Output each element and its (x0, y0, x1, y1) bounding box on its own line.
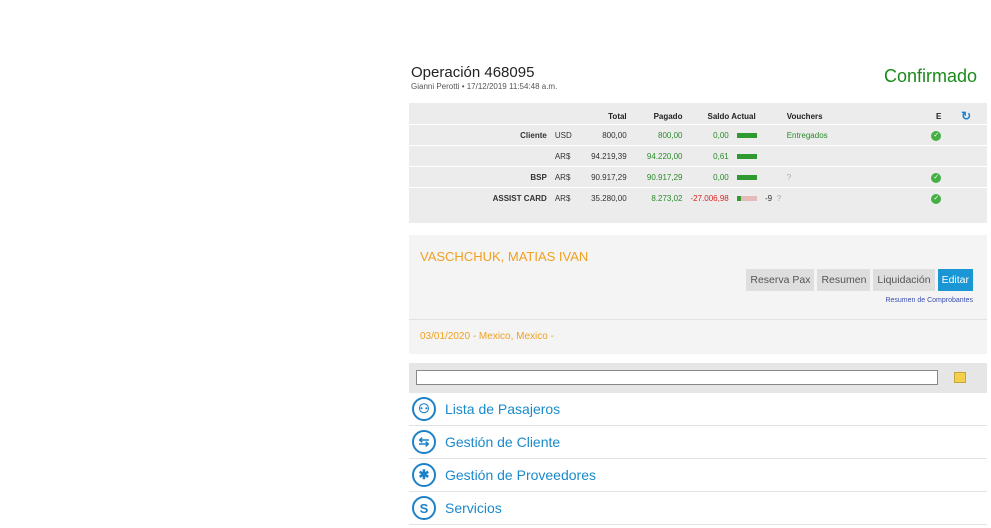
resumen-button[interactable]: Resumen (817, 269, 871, 291)
col-pagado: Pagado (653, 111, 683, 121)
refresh-button[interactable]: ↻ (945, 108, 987, 125)
operation-subtitle: Gianni Perotti • 17/12/2019 11:54:48 a.m… (411, 82, 558, 91)
menu-item-label[interactable]: Lista de Pasajeros (445, 401, 560, 417)
balance-bar (736, 174, 757, 180)
menu-item-label[interactable]: Servicios (445, 500, 502, 516)
check-icon: ✓ (931, 130, 942, 141)
client-icon: ⇆ (412, 430, 436, 454)
balance-bar (736, 153, 757, 159)
table-row: AR$ 94.219,39 94.220,00 0,61 (409, 145, 987, 167)
menu-item-label[interactable]: Gestión de Cliente (445, 434, 560, 450)
menu-item-gestion-proveedores[interactable]: ✱ Gestión de Proveedores (409, 459, 987, 492)
col-e: E (935, 111, 942, 121)
financial-table: Total Pagado Saldo Actual Vouchers E ↻ C… (409, 108, 987, 208)
col-vouchers: Vouchers (786, 111, 823, 121)
menu-item-lista-pasajeros[interactable]: ⚇ Lista de Pasajeros (409, 393, 987, 426)
services-icon: S (412, 496, 436, 520)
note-bar (409, 363, 987, 393)
passenger-name: VASCHCHUK, MATIAS IVAN (420, 249, 589, 264)
menu-item-gestion-cliente[interactable]: ⇆ Gestión de Cliente (409, 426, 987, 459)
check-icon: ✓ (931, 193, 942, 204)
balance-bar (736, 195, 757, 201)
status-label: Confirmado (883, 66, 977, 86)
trip-row[interactable]: 03/01/2020 - Mexico, Mexico - (409, 319, 987, 354)
trip-label[interactable]: 03/01/2020 - Mexico, Mexico - (420, 331, 554, 342)
menu-item-servicios[interactable]: S Servicios (409, 492, 987, 525)
note-input[interactable] (416, 370, 938, 385)
col-saldo: Saldo Actual (707, 111, 756, 121)
passengers-icon: ⚇ (412, 397, 436, 421)
table-row: Cliente USD 800,00 800,00 0,00 Entregado… (409, 124, 987, 146)
passenger-panel: VASCHCHUK, MATIAS IVAN Reserva Pax Resum… (409, 235, 987, 354)
operation-title: Operación 468095 (411, 64, 535, 81)
editar-button[interactable]: Editar (937, 269, 973, 291)
liquidacion-button[interactable]: Liquidación (873, 269, 935, 291)
financial-panel: Total Pagado Saldo Actual Vouchers E ↻ C… (409, 103, 987, 223)
voucher-unknown-icon: ? (776, 166, 896, 188)
section-menu: ⚇ Lista de Pasajeros ⇆ Gestión de Client… (409, 393, 987, 525)
table-row: BSP AR$ 90.917,29 90.917,29 0,00 ? ✓ (409, 166, 987, 188)
col-total: Total (608, 111, 627, 121)
reserva-pax-button[interactable]: Reserva Pax (746, 269, 815, 291)
balance-bar (736, 132, 757, 138)
menu-item-label[interactable]: Gestión de Proveedores (445, 467, 596, 483)
providers-icon: ✱ (412, 463, 436, 487)
passenger-actions: Reserva Pax Resumen Liquidación Editar (746, 269, 973, 291)
refresh-icon[interactable]: ↻ (961, 109, 971, 123)
add-note-icon[interactable] (954, 372, 966, 383)
comprobantes-link[interactable]: Resumen de Comprobantes (885, 297, 973, 304)
check-icon: ✓ (931, 172, 942, 183)
voucher-unknown-icon: ? (776, 187, 896, 208)
table-row: ASSIST CARD AR$ 35.280,00 8.273,02 -27.0… (409, 187, 987, 208)
